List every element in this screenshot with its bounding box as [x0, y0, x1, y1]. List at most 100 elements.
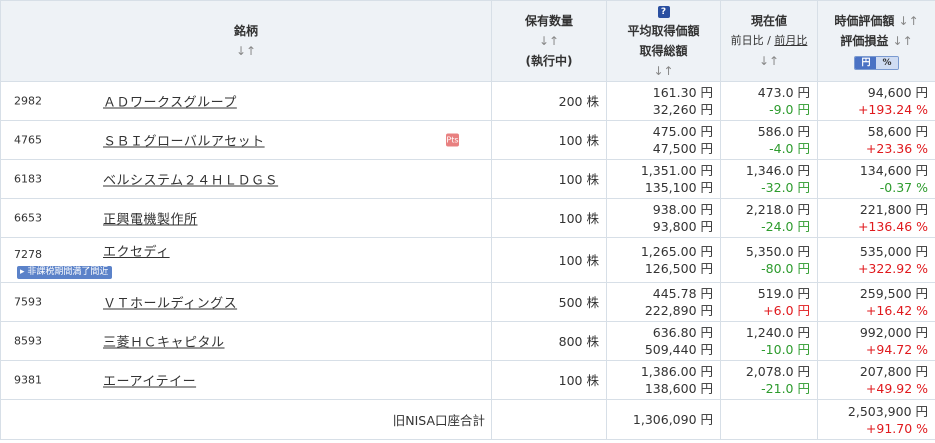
table-row: 6183 ベルシステム２４ＨＬＤＧＳ 100 株 1,351.00 円 135,10…	[0, 159, 935, 199]
table-row: 7593 ＶＴホールディングス 500 株 445.78 円 222,890 円 5…	[0, 282, 935, 322]
total-cost: 47,500 円	[652, 141, 713, 156]
sort-value-icon[interactable]: ↓↑	[899, 14, 919, 28]
header-value-label: 時価評価額	[834, 14, 895, 28]
price-change: -24.0 円	[761, 219, 810, 234]
avg-cost: 636.80 円	[652, 325, 713, 340]
stock-code: 8593	[14, 334, 42, 348]
profit-loss: +322.92 %	[857, 261, 928, 276]
stock-name-link[interactable]: ＡＤワークスグループ	[103, 92, 237, 111]
price-change: -10.0 円	[761, 342, 810, 357]
stock-code: 7593	[14, 295, 42, 309]
summary-empty	[491, 399, 607, 440]
stock-name-link[interactable]: 正興電機製作所	[103, 209, 198, 228]
profit-loss: -0.37 %	[879, 180, 928, 195]
profit-loss: +23.36 %	[865, 141, 928, 156]
quantity: 100 株	[491, 120, 607, 160]
current-price: 1,240.0 円	[745, 325, 810, 340]
table-row: 7278 エクセディ ▸ 非課税期間満了間近 100 株 1,265.00 円 126…	[0, 237, 935, 283]
stock-name-link[interactable]: ベルシステム２４ＨＬＤＧＳ	[103, 170, 278, 189]
sort-avg-icon[interactable]: ↓↑	[607, 61, 720, 81]
summary-total-value: 2,503,900 円	[847, 403, 928, 419]
current-price: 586.0 円	[757, 124, 810, 139]
stock-name-link[interactable]: エクセディ	[103, 241, 170, 260]
total-cost: 222,890 円	[644, 303, 713, 318]
total-cost: 138,600 円	[644, 381, 713, 396]
sort-pl-icon[interactable]: ↓↑	[893, 34, 913, 48]
table-row: 9381 エーアイテイー 100 株 1,386.00 円 138,600 円 2,…	[0, 360, 935, 400]
nisa-expiry-badge[interactable]: ▸ 非課税期間満了間近	[17, 266, 113, 279]
sort-price-icon[interactable]: ↓↑	[721, 51, 817, 71]
separator: /	[763, 34, 775, 47]
quantity: 800 株	[491, 321, 607, 361]
header-avg-label: 平均取得価額	[627, 24, 700, 38]
header-name-label: 銘柄	[233, 24, 258, 38]
price-change: +6.0 円	[763, 303, 810, 318]
summary-label: 旧NISA口座合計	[0, 399, 492, 440]
current-price: 1,346.0 円	[745, 163, 810, 178]
sort-name-icon[interactable]: ↓↑	[1, 41, 491, 61]
current-price: 519.0 円	[757, 286, 810, 301]
table-row: 8593 三菱ＨＣキャピタル 800 株 636.80 円 509,440 円 1,…	[0, 321, 935, 361]
prev-month-toggle[interactable]: 前月比	[774, 34, 807, 47]
quantity: 100 株	[491, 198, 607, 238]
sort-qty-icon[interactable]: ↓↑	[492, 31, 606, 51]
header-current-price: 現在値 前日比 / 前月比 ↓↑	[720, 0, 818, 82]
summary-total-cost: 1,306,090 円	[606, 399, 721, 440]
stock-code: 6653	[14, 211, 42, 225]
header-pl-label: 評価損益	[840, 34, 889, 48]
avg-cost: 161.30 円	[652, 85, 713, 100]
summary-empty-price	[720, 399, 818, 440]
stock-name-link[interactable]: 三菱ＨＣキャピタル	[103, 332, 225, 351]
stock-name-link[interactable]: ＶＴホールディングス	[103, 293, 237, 312]
quantity: 100 株	[491, 159, 607, 199]
quantity: 100 株	[491, 237, 607, 283]
current-price: 2,218.0 円	[745, 202, 810, 217]
quantity: 100 株	[491, 360, 607, 400]
table-row: 4765 ＳＢＩグローバルアセット Pts 100 株 475.00 円 47,500…	[0, 120, 935, 160]
profit-loss: +94.72 %	[865, 342, 928, 357]
stock-code: 7278	[14, 248, 42, 261]
header-qty-label: 保有数量	[524, 14, 573, 28]
stock-code: 2982	[14, 94, 42, 108]
market-value: 259,500 円	[859, 286, 928, 301]
avg-cost: 1,265.00 円	[640, 244, 713, 259]
current-price: 2,078.0 円	[745, 364, 810, 379]
price-change: -21.0 円	[761, 381, 810, 396]
header-quantity[interactable]: 保有数量 ↓↑ (執行中)	[491, 0, 607, 82]
market-value: 535,000 円	[859, 244, 928, 259]
market-value: 992,000 円	[859, 325, 928, 340]
profit-loss: +193.24 %	[857, 102, 928, 117]
header-name[interactable]: 銘柄 ↓↑	[0, 0, 492, 82]
market-value: 94,600 円	[867, 85, 928, 100]
quantity: 200 株	[491, 81, 607, 121]
market-value: 134,600 円	[859, 163, 928, 178]
unit-toggle[interactable]: 円 %	[854, 56, 899, 70]
current-price: 473.0 円	[757, 85, 810, 100]
stock-code: 4765	[14, 133, 42, 147]
table-row: 2982 ＡＤワークスグループ 200 株 161.30 円 32,260 円 47…	[0, 81, 935, 121]
avg-cost: 445.78 円	[652, 286, 713, 301]
table-row: 6653 正興電機製作所 100 株 938.00 円 93,800 円 2,218…	[0, 198, 935, 238]
pts-icon[interactable]: Pts	[446, 133, 459, 147]
toggle-percent[interactable]: %	[876, 57, 898, 69]
summary-row: 旧NISA口座合計 1,306,090 円 2,503,900 円 +91.70 …	[0, 399, 935, 440]
header-price-label: 現在値	[750, 14, 787, 28]
total-cost: 509,440 円	[644, 342, 713, 357]
price-change: -9.0 円	[769, 102, 810, 117]
price-change: -32.0 円	[761, 180, 810, 195]
summary-total-pl: +91.70 %	[865, 420, 928, 436]
help-icon[interactable]: ?	[657, 5, 670, 18]
stock-name-link[interactable]: エーアイテイー	[103, 371, 196, 390]
avg-cost: 1,386.00 円	[640, 364, 713, 379]
stock-code: 9381	[14, 373, 42, 387]
price-change: -4.0 円	[769, 141, 810, 156]
market-value: 221,800 円	[859, 202, 928, 217]
stock-name-link[interactable]: ＳＢＩグローバルアセット	[103, 131, 265, 150]
toggle-yen[interactable]: 円	[855, 57, 877, 69]
total-cost: 93,800 円	[652, 219, 713, 234]
quantity: 500 株	[491, 282, 607, 322]
price-change: -80.0 円	[761, 261, 810, 276]
header-avg-cost: ? 平均取得価額 取得総額 ↓↑	[606, 0, 721, 82]
prev-day-toggle[interactable]: 前日比	[731, 34, 764, 47]
header-total-cost-label: 取得総額	[639, 44, 688, 58]
